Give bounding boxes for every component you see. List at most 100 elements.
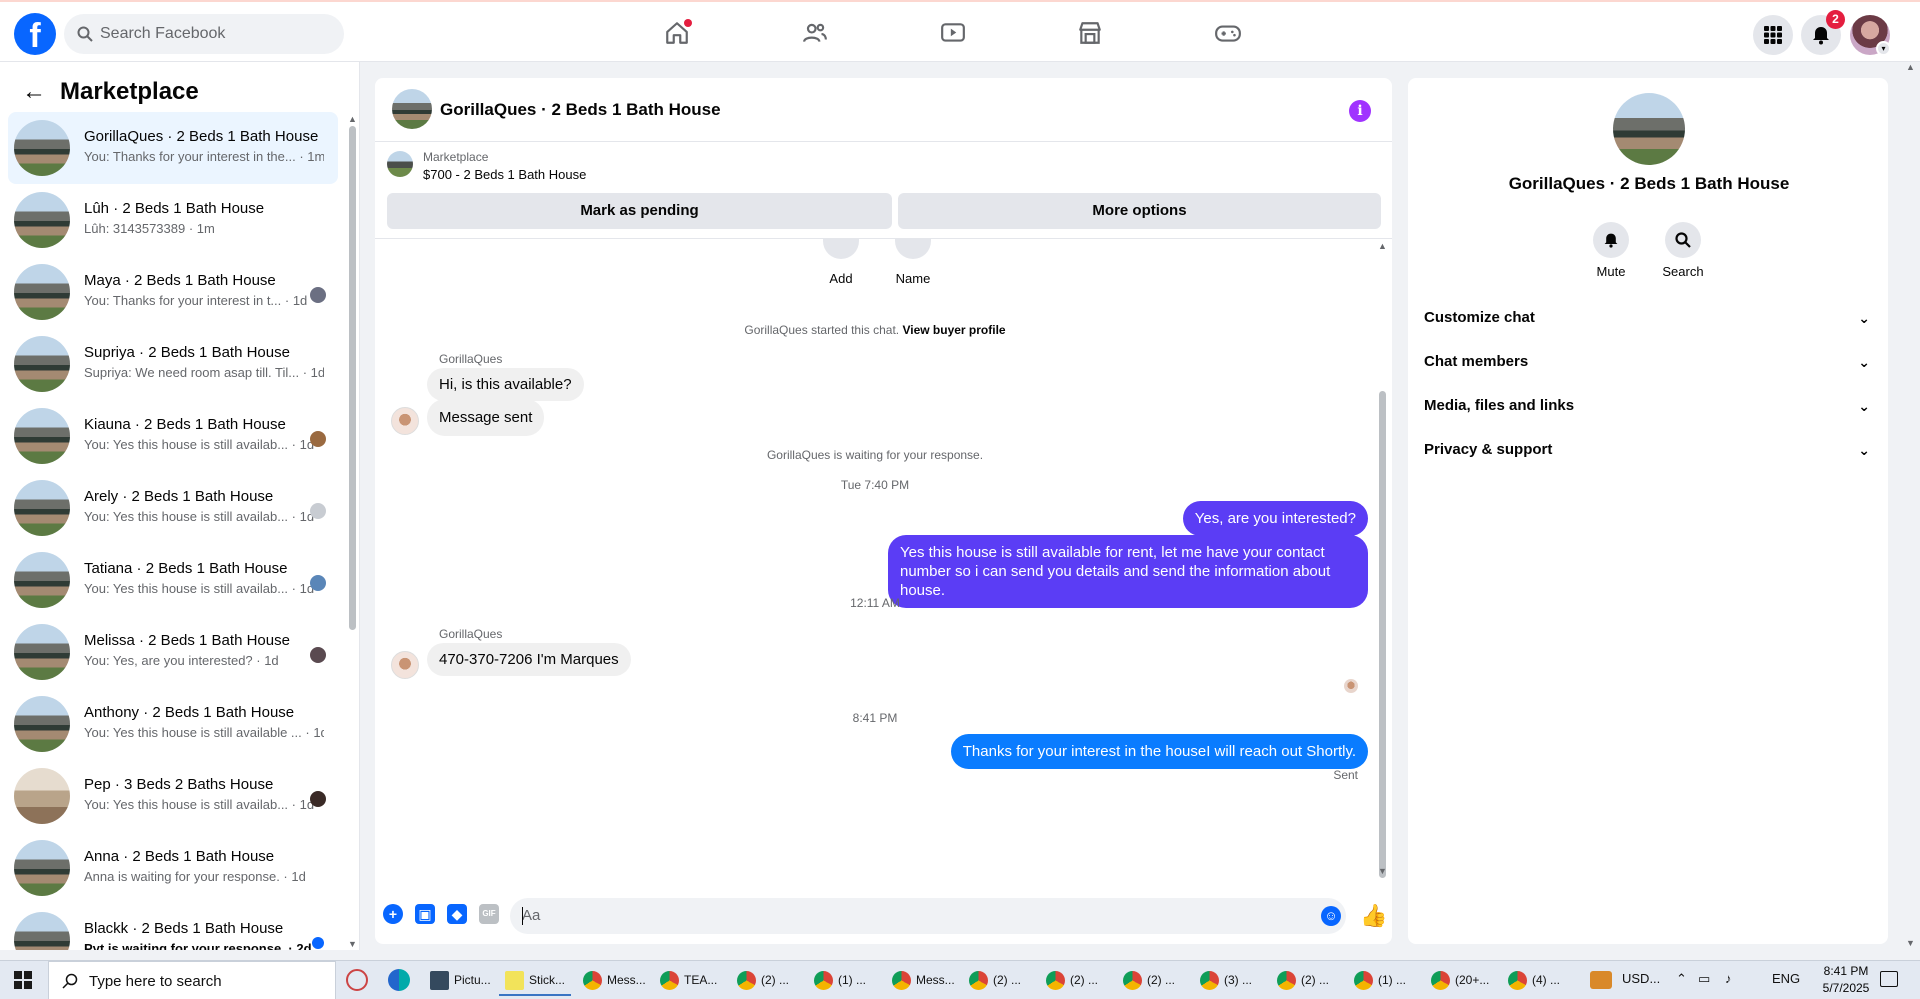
conversation-avatar-large[interactable] bbox=[1613, 93, 1685, 165]
chevron-down-icon[interactable]: ▾ bbox=[1876, 41, 1891, 56]
search-facebook-input[interactable]: Search Facebook bbox=[64, 14, 344, 54]
scroll-up-arrow-icon[interactable]: ▲ bbox=[1906, 62, 1915, 72]
conversation-avatar bbox=[14, 696, 70, 752]
conversation-item[interactable]: Tatiana · 2 Beds 1 Bath House You: Yes th… bbox=[8, 544, 338, 616]
incoming-message[interactable]: Message sent bbox=[427, 399, 545, 436]
taskbar-app[interactable]: Pictu... bbox=[424, 965, 496, 996]
friends-icon[interactable] bbox=[798, 16, 832, 50]
taskbar-app[interactable]: TEA... bbox=[654, 965, 726, 996]
taskbar-app[interactable]: (4) ... bbox=[1502, 965, 1574, 996]
currency-widget[interactable]: USD... bbox=[1622, 971, 1660, 986]
conversation-item[interactable]: Anthony · 2 Beds 1 Bath House You: Yes th… bbox=[8, 688, 338, 760]
marketplace-icon[interactable] bbox=[1073, 16, 1107, 50]
conversation-item[interactable]: Kiauna · 2 Beds 1 Bath House You: Yes thi… bbox=[8, 400, 338, 472]
taskbar-app[interactable]: (20+... bbox=[1425, 965, 1497, 996]
view-buyer-profile-link[interactable]: View buyer profile bbox=[902, 323, 1005, 337]
conversation-item[interactable]: Melissa · 2 Beds 1 Bath House You: Yes, a… bbox=[8, 616, 338, 688]
speaker-icon[interactable]: ♪ bbox=[1725, 971, 1732, 986]
currency-widget-icon[interactable] bbox=[1590, 971, 1612, 989]
name-action[interactable]: Name bbox=[883, 239, 943, 286]
taskbar-app[interactable]: (3) ... bbox=[1194, 965, 1266, 996]
scroll-down-arrow-icon[interactable]: ▼ bbox=[1378, 866, 1387, 876]
thread-scrollbar[interactable] bbox=[1379, 391, 1386, 878]
edge-icon[interactable] bbox=[388, 969, 410, 991]
notifications-button[interactable]: 2 bbox=[1801, 10, 1845, 55]
conversation-item[interactable]: GorillaQues · 2 Beds 1 Bath House You: Th… bbox=[8, 112, 338, 184]
seen-avatar bbox=[310, 791, 326, 807]
top-navigation-bar: f Search Facebook 2 ▾ bbox=[0, 0, 1920, 62]
conversation-avatar bbox=[14, 120, 70, 176]
mute-button[interactable]: Mute bbox=[1581, 222, 1641, 279]
conversation-item[interactable]: Anna · 2 Beds 1 Bath House Anna is waitin… bbox=[8, 832, 338, 904]
taskbar-app[interactable]: (2) ... bbox=[1271, 965, 1343, 996]
incoming-message[interactable]: 470-370-7206 I'm Marques bbox=[427, 643, 631, 676]
sticker-icon[interactable]: ◆ bbox=[447, 904, 467, 924]
gif-icon[interactable]: GIF bbox=[479, 904, 499, 924]
scroll-down-arrow-icon[interactable]: ▼ bbox=[348, 939, 357, 949]
scroll-up-arrow-icon[interactable]: ▲ bbox=[348, 114, 357, 124]
network-icon[interactable]: ▭ bbox=[1698, 971, 1710, 987]
section-label: Customize chat bbox=[1424, 309, 1535, 326]
taskbar-app[interactable]: (2) ... bbox=[1117, 965, 1189, 996]
listing-banner[interactable]: Marketplace $700 - 2 Beds 1 Bath House bbox=[375, 142, 1392, 188]
plus-icon[interactable]: + bbox=[383, 904, 403, 924]
outgoing-message[interactable]: Yes, are you interested? bbox=[1182, 501, 1368, 536]
taskbar-app[interactable]: (2) ... bbox=[731, 965, 803, 996]
scroll-up-arrow-icon[interactable]: ▲ bbox=[1378, 241, 1387, 251]
outgoing-message[interactable]: Thanks for your interest in the houseI w… bbox=[950, 734, 1368, 769]
chat-avatar[interactable] bbox=[392, 89, 432, 129]
privacy-support-section[interactable]: Privacy & support ⌄ bbox=[1424, 436, 1876, 464]
scroll-down-arrow-icon[interactable]: ▼ bbox=[1906, 938, 1915, 948]
thumbs-up-icon[interactable]: 👍 bbox=[1360, 903, 1387, 929]
listing-thumbnail bbox=[387, 151, 413, 177]
taskbar-app[interactable]: Mess... bbox=[577, 965, 649, 996]
conversation-item[interactable]: Arely · 2 Beds 1 Bath House You: Yes this… bbox=[8, 472, 338, 544]
facebook-logo[interactable]: f bbox=[14, 13, 56, 55]
menu-grid-button[interactable] bbox=[1753, 15, 1793, 55]
windows-start-icon[interactable] bbox=[14, 971, 32, 989]
conversation-item[interactable]: Maya · 2 Beds 1 Bath House You: Thanks fo… bbox=[8, 256, 338, 328]
sender-avatar[interactable] bbox=[391, 651, 419, 679]
search-in-conversation-button[interactable]: Search bbox=[1653, 222, 1713, 279]
gaming-icon[interactable] bbox=[1211, 16, 1245, 50]
message-input[interactable]: Aa bbox=[510, 898, 1346, 934]
language-indicator[interactable]: ENG bbox=[1772, 971, 1800, 986]
conversation-item[interactable]: Blackk · 2 Beds 1 Bath House Pyt is waiti… bbox=[8, 904, 338, 950]
notification-center-icon[interactable] bbox=[1880, 971, 1898, 987]
chat-title[interactable]: GorillaQues · 2 Beds 1 Bath House bbox=[440, 100, 721, 120]
chevron-up-icon[interactable]: ⌃ bbox=[1676, 971, 1687, 987]
page-scrollbar[interactable]: ▲ ▼ bbox=[1904, 62, 1916, 950]
timestamp: Tue 7:40 PM bbox=[840, 478, 910, 492]
conversation-item[interactable]: Pep · 3 Beds 2 Baths House You: Yes this … bbox=[8, 760, 338, 832]
taskbar-app[interactable]: (1) ... bbox=[1348, 965, 1420, 996]
taskbar-app[interactable]: (2) ... bbox=[1040, 965, 1112, 996]
incoming-message[interactable]: Hi, is this available? bbox=[427, 368, 584, 401]
more-options-button[interactable]: More options bbox=[898, 193, 1381, 229]
mark-as-pending-button[interactable]: Mark as pending bbox=[387, 193, 892, 229]
info-icon[interactable]: i bbox=[1349, 100, 1371, 122]
taskbar-app[interactable]: Stick... bbox=[499, 965, 571, 996]
app-icon[interactable] bbox=[346, 969, 368, 991]
conversation-preview: You: Yes this house is still availab... … bbox=[84, 797, 315, 812]
image-icon[interactable]: ▣ bbox=[415, 904, 435, 924]
sidebar-scrollbar[interactable] bbox=[349, 126, 356, 630]
section-label: Chat members bbox=[1424, 353, 1529, 370]
conversation-avatar bbox=[14, 408, 70, 464]
taskbar-app[interactable]: (1) ... bbox=[808, 965, 880, 996]
system-clock[interactable]: 8:41 PM 5/7/2025 bbox=[1806, 963, 1886, 997]
customize-chat-section[interactable]: Customize chat ⌄ bbox=[1424, 304, 1876, 332]
back-arrow-icon[interactable]: ← bbox=[22, 78, 46, 106]
taskbar-app[interactable]: Mess... bbox=[886, 965, 958, 996]
video-icon[interactable] bbox=[936, 16, 970, 50]
sender-avatar[interactable] bbox=[391, 407, 419, 435]
emoji-icon[interactable]: ☺ bbox=[1321, 906, 1341, 926]
conversation-item[interactable]: Lûh · 2 Beds 1 Bath House Lûh: 3143573389… bbox=[8, 184, 338, 256]
add-action[interactable]: Add bbox=[811, 239, 871, 286]
media-files-links-section[interactable]: Media, files and links ⌄ bbox=[1424, 392, 1876, 420]
conversation-item[interactable]: Supriya · 2 Beds 1 Bath House Supriya: We… bbox=[8, 328, 338, 400]
home-icon[interactable] bbox=[660, 16, 694, 50]
taskbar-app[interactable]: (2) ... bbox=[963, 965, 1035, 996]
chat-members-section[interactable]: Chat members ⌄ bbox=[1424, 348, 1876, 376]
sidebar-header: ← Marketplace bbox=[22, 75, 199, 109]
taskbar-search-input[interactable]: Type here to search bbox=[48, 961, 336, 999]
